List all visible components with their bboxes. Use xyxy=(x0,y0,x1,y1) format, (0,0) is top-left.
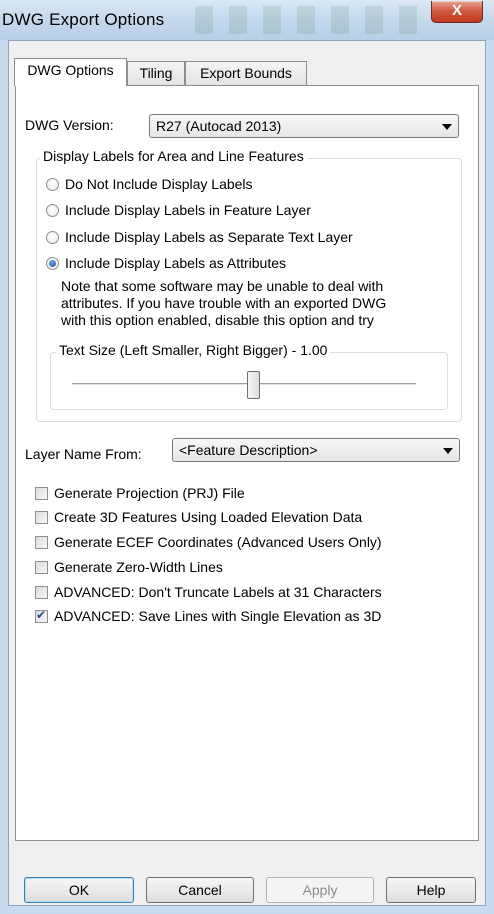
ok-button[interactable]: OK xyxy=(24,877,134,903)
radio-label: Include Display Labels as Separate Text … xyxy=(65,229,353,245)
close-icon: X xyxy=(451,2,462,19)
radio-label: Do Not Include Display Labels xyxy=(65,176,253,192)
radio-labels-separate-text-layer[interactable]: Include Display Labels as Separate Text … xyxy=(46,227,353,247)
display-labels-group-title: Display Labels for Area and Line Feature… xyxy=(40,148,307,164)
apply-button-label: Apply xyxy=(302,882,338,898)
radio-button-selected[interactable] xyxy=(46,256,59,270)
layer-name-dropdown[interactable]: <Feature Description> xyxy=(172,438,460,462)
window-title: DWG Export Options xyxy=(2,10,165,29)
radio-labels-as-attributes[interactable]: Include Display Labels as Attributes xyxy=(46,253,286,273)
title-bar-decoration xyxy=(195,6,425,34)
checkbox-create-3d-features[interactable]: Create 3D Features Using Loaded Elevatio… xyxy=(35,507,362,527)
cancel-button-label: Cancel xyxy=(178,882,222,898)
radio-labels-in-feature-layer[interactable]: Include Display Labels in Feature Layer xyxy=(46,200,311,220)
checkbox-box-checked[interactable] xyxy=(35,608,48,623)
checkbox-dont-truncate-labels[interactable]: ADVANCED: Don't Truncate Labels at 31 Ch… xyxy=(35,582,382,602)
ok-button-label: OK xyxy=(68,882,90,898)
note-line: attributes. If you have trouble with an … xyxy=(61,295,387,311)
attributes-note: Note that some software may be unable to… xyxy=(61,278,441,329)
apply-button[interactable]: Apply xyxy=(266,877,374,903)
radio-button[interactable] xyxy=(46,203,59,217)
checkbox-box[interactable] xyxy=(35,585,48,599)
checkbox-ecef-coordinates[interactable]: Generate ECEF Coordinates (Advanced User… xyxy=(35,532,382,552)
checkbox-label: Generate Zero-Width Lines xyxy=(54,559,223,575)
checkbox-label: Generate Projection (PRJ) File xyxy=(54,485,245,501)
chevron-down-icon xyxy=(443,448,453,454)
checkbox-generate-prj[interactable]: Generate Projection (PRJ) File xyxy=(35,483,245,503)
dialog-client-area: DWG Options Tiling Export Bounds DWG Ver… xyxy=(8,40,486,906)
radio-label: Include Display Labels in Feature Layer xyxy=(65,202,311,218)
text-size-group-title: Text Size (Left Smaller, Right Bigger) -… xyxy=(56,342,331,358)
text-size-slider-track[interactable] xyxy=(72,383,416,386)
note-line: with this option enabled, disable this o… xyxy=(61,312,374,328)
checkbox-box[interactable] xyxy=(35,510,48,524)
help-button-label: Help xyxy=(416,882,446,898)
title-bar[interactable]: DWG Export Options X xyxy=(0,0,494,40)
checkbox-save-lines-3d[interactable]: ADVANCED: Save Lines with Single Elevati… xyxy=(35,606,381,626)
note-line: Note that some software may be unable to… xyxy=(61,278,384,294)
radio-no-display-labels[interactable]: Do Not Include Display Labels xyxy=(46,174,253,194)
tab-label: Tiling xyxy=(139,65,173,81)
tab-label: DWG Options xyxy=(27,62,114,78)
layer-name-label: Layer Name From: xyxy=(25,446,142,462)
help-button[interactable]: Help xyxy=(386,877,476,903)
chevron-down-icon xyxy=(442,124,452,130)
tab-dwg-options[interactable]: DWG Options xyxy=(14,58,127,86)
cancel-button[interactable]: Cancel xyxy=(146,877,254,903)
tab-panel-dwg-options: DWG Version: R27 (Autocad 2013) Display … xyxy=(15,85,479,841)
checkbox-label: ADVANCED: Don't Truncate Labels at 31 Ch… xyxy=(54,584,382,600)
checkbox-label: Create 3D Features Using Loaded Elevatio… xyxy=(54,509,363,525)
text-size-slider-thumb[interactable] xyxy=(247,371,260,399)
checkbox-label: ADVANCED: Save Lines with Single Elevati… xyxy=(54,608,382,624)
dwg-version-dropdown[interactable]: R27 (Autocad 2013) xyxy=(149,114,459,138)
tab-export-bounds[interactable]: Export Bounds xyxy=(185,61,307,85)
radio-button[interactable] xyxy=(46,177,59,191)
checkbox-box[interactable] xyxy=(35,535,48,549)
dwg-version-value: R27 (Autocad 2013) xyxy=(156,118,282,134)
radio-button[interactable] xyxy=(46,230,59,244)
layer-name-value: <Feature Description> xyxy=(179,442,318,458)
radio-label: Include Display Labels as Attributes xyxy=(65,255,287,271)
checkbox-box[interactable] xyxy=(35,486,48,500)
tab-label: Export Bounds xyxy=(200,65,292,81)
checkbox-label: Generate ECEF Coordinates (Advanced User… xyxy=(54,534,382,550)
dwg-version-label: DWG Version: xyxy=(25,117,114,133)
close-button[interactable]: X xyxy=(431,1,483,23)
tab-tiling[interactable]: Tiling xyxy=(127,61,185,85)
checkbox-box[interactable] xyxy=(35,560,48,574)
checkbox-zero-width-lines[interactable]: Generate Zero-Width Lines xyxy=(35,557,223,577)
